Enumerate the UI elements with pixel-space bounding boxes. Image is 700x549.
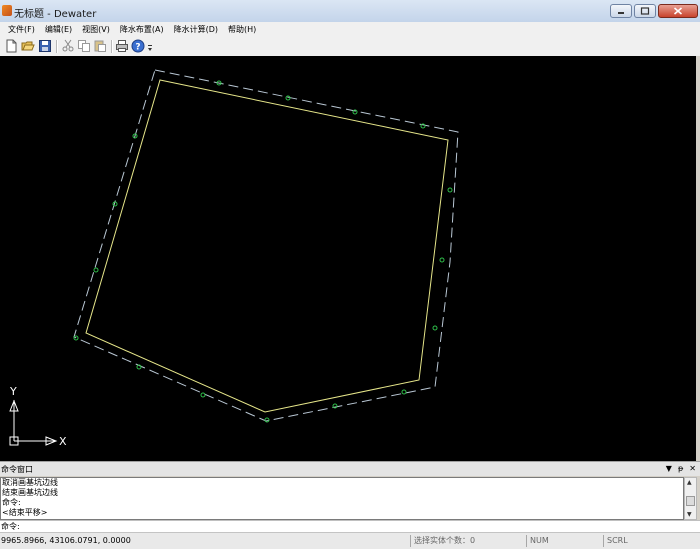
save-icon[interactable] [38,39,52,53]
help-icon[interactable]: ? [131,39,145,53]
close-icon[interactable]: ✕ [689,464,696,473]
toolbar-separator [56,40,58,53]
command-window-title: 命令窗口 [1,465,33,474]
well-marker[interactable] [432,325,438,331]
paste-icon[interactable] [93,39,107,53]
well-marker[interactable] [401,389,407,395]
ucs-axis-icon: X Y [9,385,67,448]
status-num: NUM [526,535,600,547]
open-folder-icon[interactable] [21,39,35,53]
command-log-scrollbar[interactable]: ▲ ▼ [684,477,697,520]
pit-boundary-line [85,79,449,413]
menu-bar: 文件(F) 编辑(E) 视图(V) 降水布置(A) 降水计算(D) 帮助(H) [0,22,700,37]
close-icon [673,7,683,15]
pin-icon[interactable]: ᵽ [678,464,683,473]
well-marker[interactable] [264,417,270,423]
command-window-header: 命令窗口 ▼ ᵽ ✕ [0,461,700,476]
print-icon[interactable] [115,39,129,53]
menu-help[interactable]: 帮助(H) [223,22,261,37]
menu-dewater-layout[interactable]: 降水布置(A) [115,22,169,37]
minimize-icon [618,12,624,14]
status-coordinates: 9965.8966, 43106.0791, 0.0000 [1,536,131,545]
menu-view[interactable]: 视图(V) [77,22,115,37]
toolbar-separator [111,40,113,53]
axis-y-label: Y [9,385,17,398]
menu-edit[interactable]: 编辑(E) [40,22,77,37]
axis-x-label: X [59,435,67,448]
well-marker[interactable] [200,392,206,398]
close-button[interactable] [658,4,698,18]
maximize-icon [640,7,650,15]
command-prompt: 命令: [1,522,20,531]
title-bar: 无标题 - Dewater [0,0,700,23]
svg-text:?: ? [135,43,140,53]
drawing-svg: X Y [9,69,459,448]
well-marker[interactable] [93,267,99,273]
cut-icon[interactable] [61,39,75,53]
pit-boundary-offset-line [73,69,459,422]
new-file-icon[interactable] [4,39,18,53]
scroll-thumb[interactable] [686,496,695,506]
minimize-button[interactable] [610,4,632,18]
command-input[interactable]: 命令: [0,520,700,532]
log-line: 命令: [2,498,21,507]
log-line: <结束平移> [2,508,48,517]
status-entity-count: 选择实体个数：0 [410,535,524,547]
window-title: 无标题 - Dewater [14,9,97,20]
menu-dewater-calc[interactable]: 降水计算(D) [169,22,223,37]
scroll-up-icon[interactable]: ▲ [687,479,692,486]
copy-icon[interactable] [77,39,91,53]
dropdown-arrow-icon[interactable]: ▼ [666,464,672,473]
status-bar: 9965.8966, 43106.0791, 0.0000 选择实体个数：0 N… [0,532,700,549]
toolbar-overflow-icon[interactable] [146,39,154,53]
canvas-edge [696,56,700,461]
app-icon [2,5,12,16]
drawing-canvas[interactable]: X Y [0,56,696,461]
maximize-button[interactable] [634,4,656,18]
well-markers [73,80,453,423]
status-scrl: SCRL [603,535,697,547]
toolbar: ? [0,37,700,57]
well-marker[interactable] [439,257,445,263]
menu-file[interactable]: 文件(F) [0,22,40,37]
log-line: 结束画基坑边线 [2,488,58,497]
scroll-down-icon[interactable]: ▼ [687,511,692,518]
command-log: 取消画基坑边线 结束画基坑边线 命令: <结束平移> [0,477,684,520]
log-line: 取消画基坑边线 [2,478,58,487]
command-window-controls: ▼ ᵽ ✕ [666,464,696,473]
app-window: 无标题 - Dewater 文件(F) 编辑(E) 视图(V) 降水布置(A) … [0,0,700,549]
window-controls [610,4,698,18]
well-marker[interactable] [447,187,453,193]
